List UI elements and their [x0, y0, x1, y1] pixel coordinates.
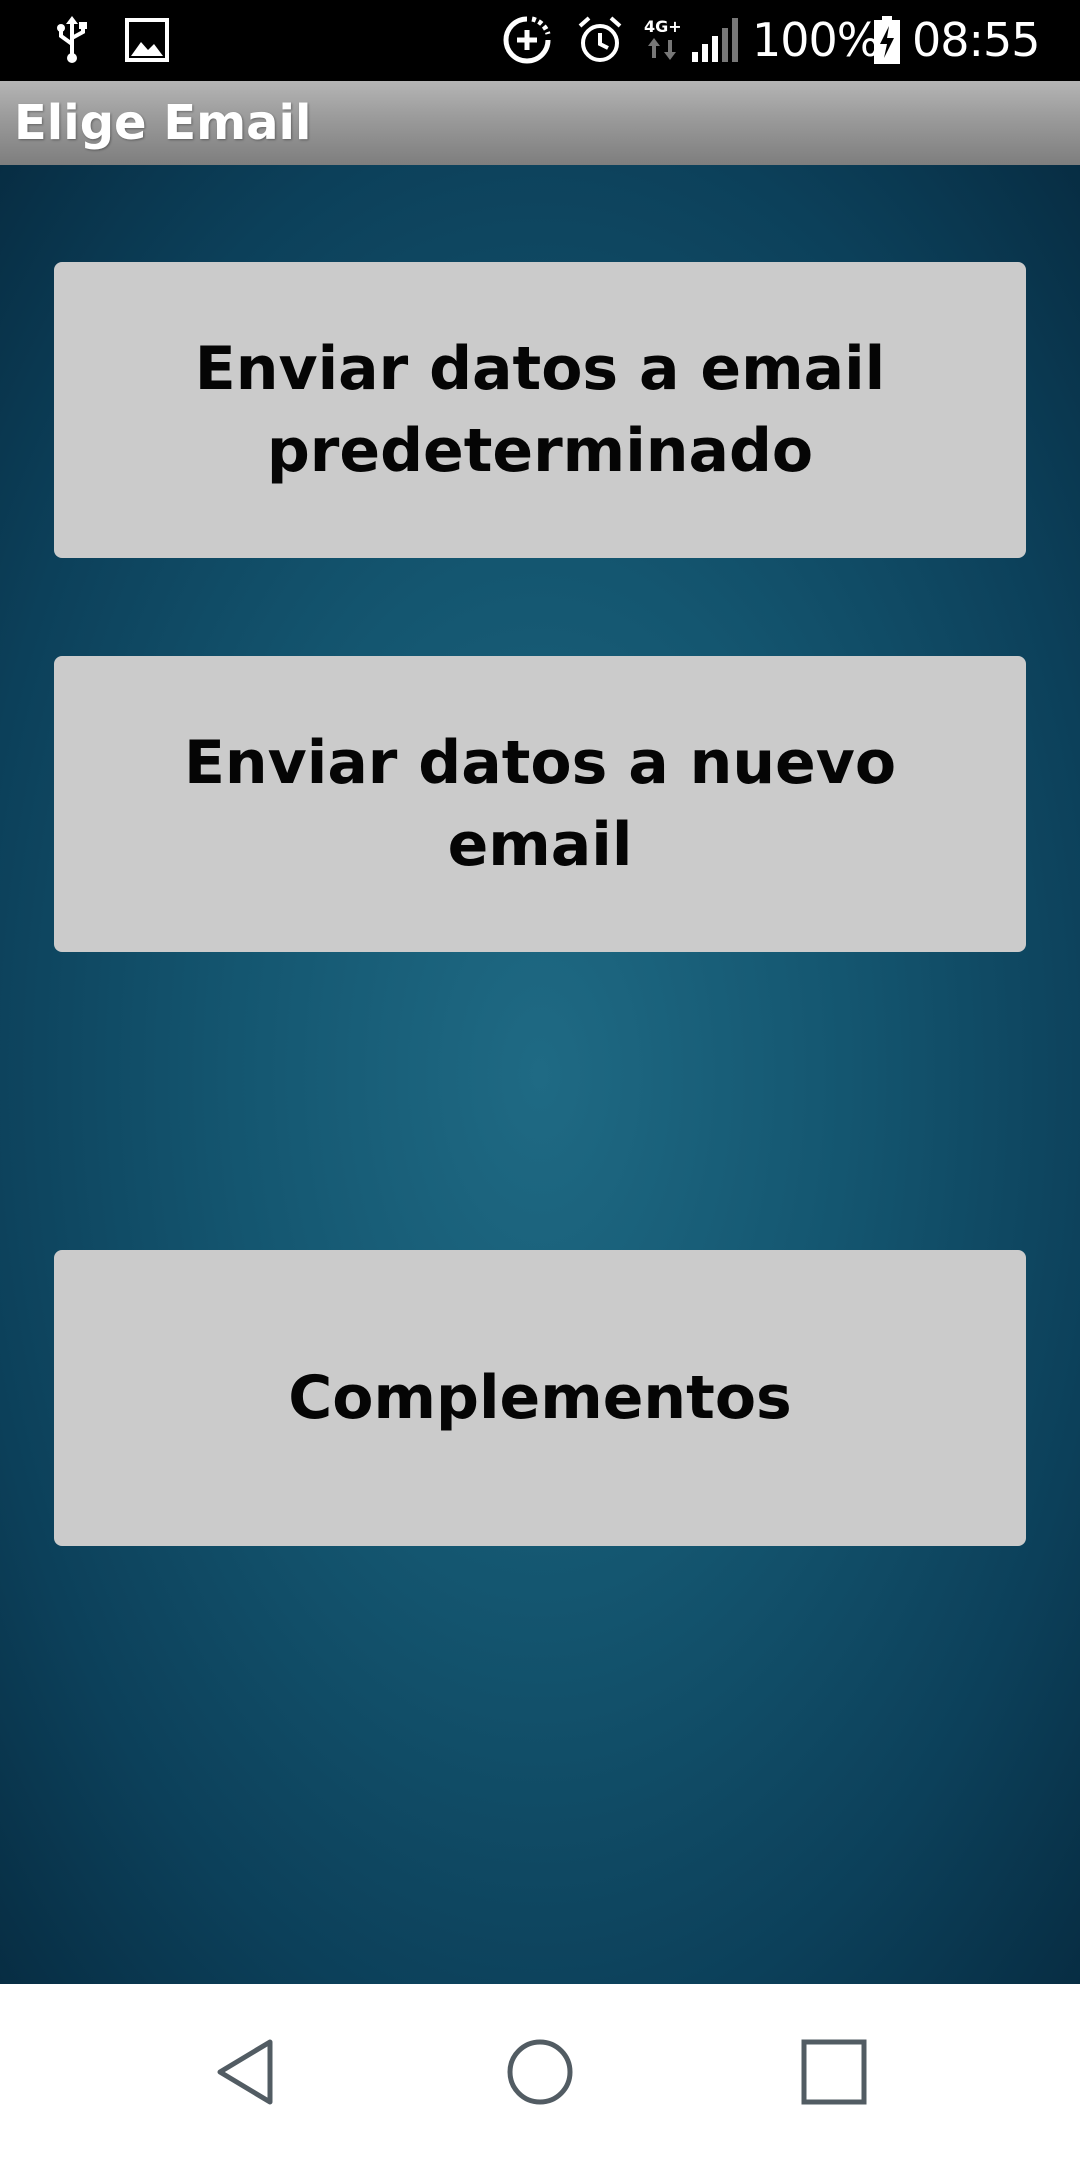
back-button[interactable] [186, 2012, 306, 2132]
navigation-bar [0, 1984, 1080, 2160]
status-bar: 4G+ 100% 08:55 [0, 0, 1080, 81]
recents-button[interactable] [774, 2012, 894, 2132]
title-bar: Elige Email [0, 81, 1080, 165]
network-type-label: 4G+ [644, 17, 682, 36]
home-icon [507, 2039, 573, 2105]
screen: 4G+ 100% 08:55 Elige Email Enviar datos … [0, 0, 1080, 2160]
back-icon [217, 2039, 273, 2105]
recents-icon [801, 2039, 867, 2105]
battery-percent: 100% [752, 13, 881, 67]
clock-time: 08:55 [912, 13, 1041, 67]
send-to-default-email-button[interactable]: Enviar datos a email predeterminado [54, 262, 1026, 558]
send-to-new-email-button[interactable]: Enviar datos a nuevo email [54, 656, 1026, 952]
home-button[interactable] [480, 2012, 600, 2132]
image-icon [124, 14, 170, 66]
alarm-icon [574, 14, 626, 66]
signal-icon [690, 14, 742, 66]
page-title: Elige Email [14, 95, 312, 151]
battery-charging-icon [872, 14, 902, 66]
complements-button[interactable]: Complementos [54, 1250, 1026, 1546]
main-content: Enviar datos a email predeterminado Envi… [0, 165, 1080, 1984]
network-4g-plus-icon: 4G+ [642, 14, 686, 66]
data-saver-icon [502, 14, 552, 66]
usb-icon [52, 14, 92, 66]
